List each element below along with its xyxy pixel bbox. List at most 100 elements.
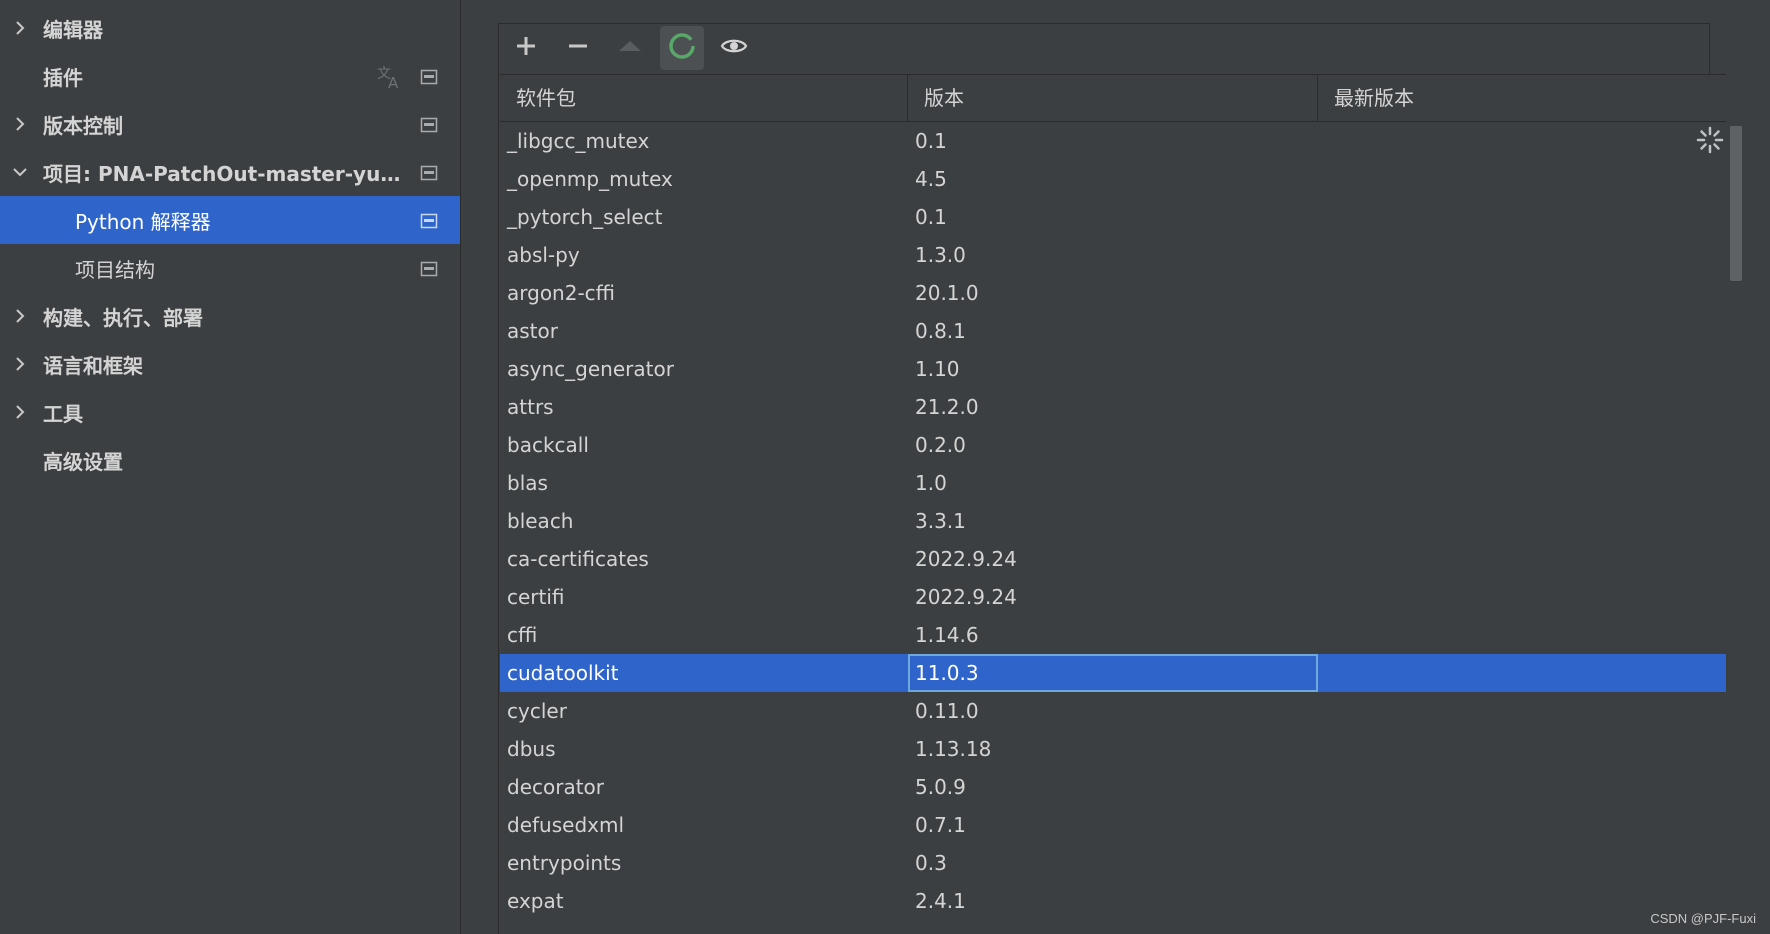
package-version-cell[interactable]: 0.8.1 xyxy=(908,312,1318,350)
package-version-cell[interactable]: 3.3.1 xyxy=(908,502,1318,540)
package-name-cell[interactable]: async_generator xyxy=(500,350,908,388)
package-name-cell[interactable]: argon2-cffi xyxy=(500,274,908,312)
table-row[interactable]: _pytorch_select 0.1 xyxy=(500,198,1726,236)
package-latest-version-cell[interactable] xyxy=(1318,692,1726,730)
scrollbar-thumb[interactable] xyxy=(1730,126,1742,281)
package-latest-version-cell[interactable] xyxy=(1318,122,1726,160)
package-name-cell[interactable]: attrs xyxy=(500,388,908,426)
table-row[interactable]: cffi 1.14.6 xyxy=(500,616,1726,654)
sidebar-item-project-structure[interactable]: 项目结构 xyxy=(0,244,460,292)
table-row[interactable]: expat 2.4.1 xyxy=(500,882,1726,920)
table-row[interactable]: absl-py 1.3.0 xyxy=(500,236,1726,274)
sidebar-item-advanced-settings[interactable]: 高级设置 xyxy=(0,436,460,484)
package-name-cell[interactable]: dbus xyxy=(500,730,908,768)
package-name-cell[interactable]: _pytorch_select xyxy=(500,198,908,236)
upgrade-package-button[interactable] xyxy=(608,26,652,70)
package-latest-version-cell[interactable] xyxy=(1318,388,1726,426)
table-row[interactable]: attrs 21.2.0 xyxy=(500,388,1726,426)
package-latest-version-cell[interactable] xyxy=(1318,806,1726,844)
package-name-cell[interactable]: absl-py xyxy=(500,236,908,274)
package-name-cell[interactable]: bleach xyxy=(500,502,908,540)
table-row[interactable]: bleach 3.3.1 xyxy=(500,502,1726,540)
package-name-cell[interactable]: expat xyxy=(500,882,908,920)
package-version-cell[interactable]: 21.2.0 xyxy=(908,388,1318,426)
sidebar-item-plugins[interactable]: 插件 文 A xyxy=(0,52,460,100)
sidebar-item-version-control[interactable]: 版本控制 xyxy=(0,100,460,148)
column-header-package[interactable]: 软件包 xyxy=(500,75,908,121)
package-version-cell[interactable]: 1.10 xyxy=(908,350,1318,388)
package-name-cell[interactable]: backcall xyxy=(500,426,908,464)
chevron-right-icon[interactable] xyxy=(12,308,28,324)
package-name-cell[interactable]: _openmp_mutex xyxy=(500,160,908,198)
package-version-cell[interactable]: 2022.9.24 xyxy=(908,578,1318,616)
table-row[interactable]: blas 1.0 xyxy=(500,464,1726,502)
package-version-cell[interactable]: 0.11.0 xyxy=(908,692,1318,730)
install-package-button[interactable] xyxy=(504,26,548,70)
column-header-latest-version[interactable]: 最新版本 xyxy=(1318,75,1726,121)
package-version-cell[interactable]: 1.13.18 xyxy=(908,730,1318,768)
package-name-cell[interactable]: entrypoints xyxy=(500,844,908,882)
package-version-cell[interactable]: 0.2.0 xyxy=(908,426,1318,464)
table-row[interactable]: cudatoolkit 11.0.3 xyxy=(500,654,1726,692)
package-version-cell[interactable]: 0.1 xyxy=(908,122,1318,160)
package-version-cell[interactable]: 20.1.0 xyxy=(908,274,1318,312)
table-row[interactable]: async_generator 1.10 xyxy=(500,350,1726,388)
package-latest-version-cell[interactable] xyxy=(1318,730,1726,768)
chevron-down-icon[interactable] xyxy=(12,164,28,180)
package-name-cell[interactable]: _libgcc_mutex xyxy=(500,122,908,160)
table-row[interactable]: dbus 1.13.18 xyxy=(500,730,1726,768)
package-latest-version-cell[interactable] xyxy=(1318,312,1726,350)
sidebar-item-python-interpreter[interactable]: Python 解释器 xyxy=(0,196,460,244)
package-latest-version-cell[interactable] xyxy=(1318,236,1726,274)
package-version-cell[interactable]: 4.5 xyxy=(908,160,1318,198)
package-name-cell[interactable]: defusedxml xyxy=(500,806,908,844)
package-name-cell[interactable]: ca-certificates xyxy=(500,540,908,578)
sidebar-item-editor[interactable]: 编辑器 xyxy=(0,4,460,52)
package-version-cell[interactable]: 1.3.0 xyxy=(908,236,1318,274)
package-name-cell[interactable]: blas xyxy=(500,464,908,502)
chevron-right-icon[interactable] xyxy=(12,404,28,420)
table-row[interactable]: entrypoints 0.3 xyxy=(500,844,1726,882)
table-row[interactable]: defusedxml 0.7.1 xyxy=(500,806,1726,844)
package-latest-version-cell[interactable] xyxy=(1318,540,1726,578)
package-latest-version-cell[interactable] xyxy=(1318,768,1726,806)
package-version-cell[interactable]: 0.1 xyxy=(908,198,1318,236)
table-row[interactable]: astor 0.8.1 xyxy=(500,312,1726,350)
package-latest-version-cell[interactable] xyxy=(1318,464,1726,502)
table-row[interactable]: certifi 2022.9.24 xyxy=(500,578,1726,616)
package-latest-version-cell[interactable] xyxy=(1318,274,1726,312)
package-latest-version-cell[interactable] xyxy=(1318,578,1726,616)
package-latest-version-cell[interactable] xyxy=(1318,844,1726,882)
package-latest-version-cell[interactable] xyxy=(1318,426,1726,464)
table-row[interactable]: argon2-cffi 20.1.0 xyxy=(500,274,1726,312)
table-row[interactable]: _libgcc_mutex 0.1 xyxy=(500,122,1726,160)
sidebar-item-languages-frameworks[interactable]: 语言和框架 xyxy=(0,340,460,388)
package-latest-version-cell[interactable] xyxy=(1318,160,1726,198)
package-latest-version-cell[interactable] xyxy=(1318,350,1726,388)
package-version-cell[interactable]: 11.0.3 xyxy=(908,654,1318,692)
package-version-cell[interactable]: 2.4.1 xyxy=(908,882,1318,920)
table-row[interactable]: decorator 5.0.9 xyxy=(500,768,1726,806)
sidebar-item-project[interactable]: 项目: PNA-PatchOut-master-yuansh... xyxy=(0,148,460,196)
show-early-releases-button[interactable] xyxy=(712,26,756,70)
package-version-cell[interactable]: 0.7.1 xyxy=(908,806,1318,844)
uninstall-package-button[interactable] xyxy=(556,26,600,70)
package-latest-version-cell[interactable] xyxy=(1318,654,1726,692)
package-version-cell[interactable]: 5.0.9 xyxy=(908,768,1318,806)
sidebar-item-build-execution[interactable]: 构建、执行、部署 xyxy=(0,292,460,340)
package-latest-version-cell[interactable] xyxy=(1318,616,1726,654)
package-name-cell[interactable]: certifi xyxy=(500,578,908,616)
chevron-right-icon[interactable] xyxy=(12,356,28,372)
sidebar-item-tools[interactable]: 工具 xyxy=(0,388,460,436)
package-name-cell[interactable]: astor xyxy=(500,312,908,350)
chevron-right-icon[interactable] xyxy=(12,116,28,132)
package-name-cell[interactable]: decorator xyxy=(500,768,908,806)
package-latest-version-cell[interactable] xyxy=(1318,198,1726,236)
package-version-cell[interactable]: 2022.9.24 xyxy=(908,540,1318,578)
package-name-cell[interactable]: cudatoolkit xyxy=(500,654,908,692)
package-version-cell[interactable]: 1.0 xyxy=(908,464,1318,502)
table-row[interactable]: ca-certificates 2022.9.24 xyxy=(500,540,1726,578)
package-version-cell[interactable]: 1.14.6 xyxy=(908,616,1318,654)
chevron-right-icon[interactable] xyxy=(12,20,28,36)
table-row[interactable]: backcall 0.2.0 xyxy=(500,426,1726,464)
